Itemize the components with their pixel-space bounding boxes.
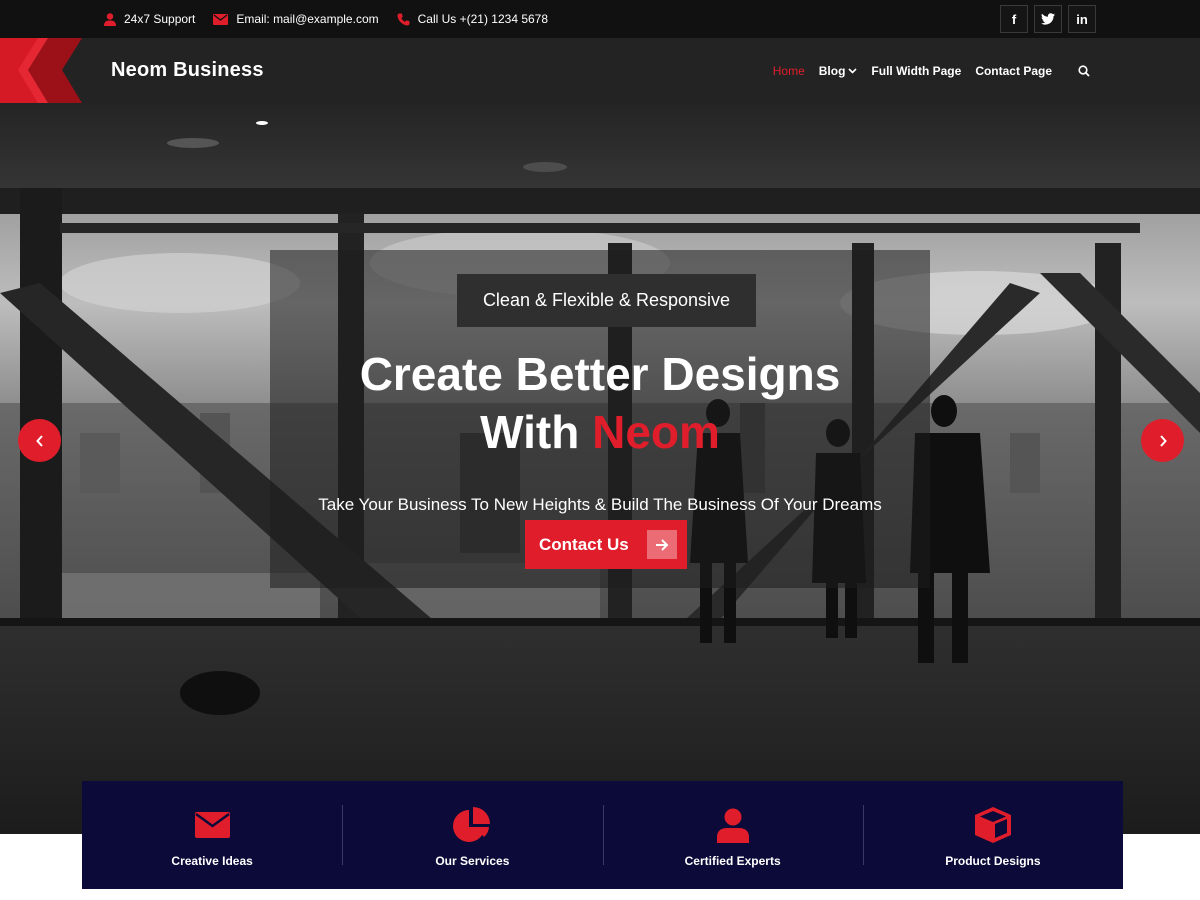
feature-creative-ideas[interactable]: Creative Ideas [82, 781, 342, 889]
pie-chart-icon [453, 806, 491, 844]
contact-info: 24x7 Support Email: mail@example.com Cal… [104, 0, 566, 38]
email-text: Email: mail@example.com [236, 12, 379, 26]
user-icon [104, 12, 116, 26]
linkedin-button[interactable]: in [1068, 5, 1096, 33]
social-links: f in [1000, 5, 1096, 33]
hero-tagline: Clean & Flexible & Responsive [457, 274, 756, 327]
hero-subtitle: Take Your Business To New Heights & Buil… [318, 495, 882, 514]
hero-title-highlight: Neom [592, 406, 720, 458]
features-bar: Creative Ideas Our Services Certified Ex… [82, 781, 1123, 889]
slider-prev-button[interactable] [18, 419, 61, 462]
twitter-button[interactable] [1034, 5, 1062, 33]
support-text: 24x7 Support [124, 12, 196, 26]
envelope-icon [213, 13, 229, 25]
chevron-right-icon [1159, 434, 1167, 447]
feature-label: Product Designs [945, 854, 1041, 868]
email-info[interactable]: Email: mail@example.com [213, 12, 379, 26]
top-bar: 24x7 Support Email: mail@example.com Cal… [0, 0, 1200, 38]
nav-full-width-page[interactable]: Full Width Page [871, 64, 961, 78]
hero-title: Create Better Designs With Neom [270, 345, 930, 461]
hero-title-prefix: With [480, 406, 593, 458]
nav-contact-label: Contact Page [975, 63, 1052, 78]
feature-our-services[interactable]: Our Services [342, 781, 602, 889]
nav-home[interactable]: Home [773, 64, 805, 78]
facebook-button[interactable]: f [1000, 5, 1028, 33]
feature-product-designs[interactable]: Product Designs [862, 781, 1123, 889]
contact-us-button[interactable]: Contact Us [525, 520, 687, 569]
support-info: 24x7 Support [104, 12, 195, 26]
linkedin-icon: in [1076, 11, 1088, 27]
arrow-right-icon [647, 530, 677, 559]
nav-contact-page[interactable]: Contact Page [975, 64, 1052, 78]
cube-icon [974, 806, 1011, 844]
hero-slider: Clean & Flexible & Responsive Create Bet… [0, 103, 1200, 834]
feature-label: Creative Ideas [171, 854, 253, 868]
phone-text: Call Us +(21) 1234 5678 [417, 12, 549, 26]
nav-blog-label: Blog [818, 63, 846, 78]
phone-icon [397, 13, 410, 25]
twitter-icon [1041, 13, 1055, 25]
search-icon [1078, 64, 1090, 77]
facebook-icon: f [1011, 11, 1017, 27]
feature-label: Our Services [435, 854, 510, 868]
chevron-left-icon [35, 434, 43, 447]
header-accent-shape [0, 38, 82, 103]
search-button[interactable] [1078, 64, 1090, 77]
site-header: Neom Business Home Blog Full Width Page … [0, 38, 1200, 103]
hero-title-line-2: With Neom [270, 403, 930, 461]
phone-info[interactable]: Call Us +(21) 1234 5678 [397, 12, 548, 26]
nav-full-width-label: Full Width Page [871, 63, 962, 78]
contact-us-label: Contact Us [539, 534, 629, 554]
user-icon [716, 806, 749, 844]
site-title[interactable]: Neom Business [111, 59, 264, 82]
nav-blog[interactable]: Blog [819, 64, 858, 78]
main-nav: Home Blog Full Width Page Contact Page [759, 38, 1090, 103]
nav-home-label: Home [772, 63, 805, 78]
feature-certified-experts[interactable]: Certified Experts [602, 781, 863, 889]
envelope-icon [194, 806, 230, 844]
chevron-down-icon [848, 67, 857, 74]
feature-label: Certified Experts [684, 854, 781, 868]
hero-title-line-1: Create Better Designs [359, 348, 841, 400]
slider-next-button[interactable] [1141, 419, 1184, 462]
